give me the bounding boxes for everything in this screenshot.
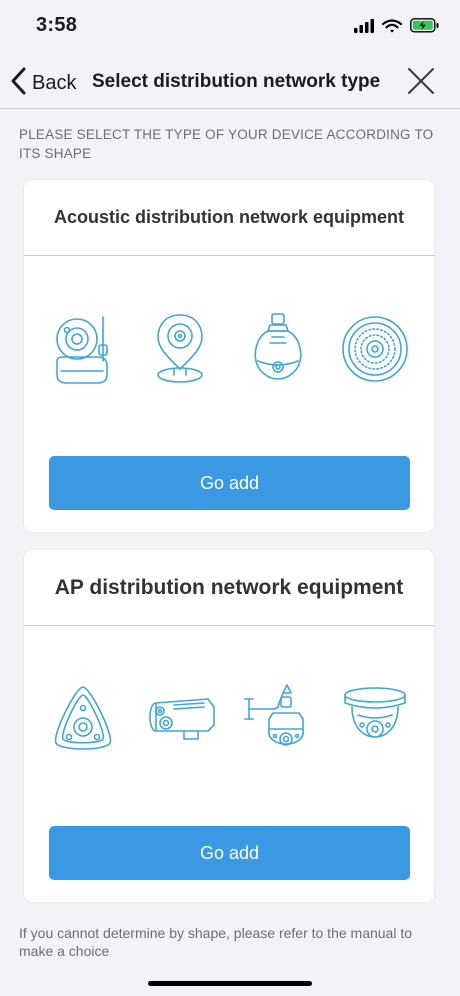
bullet-camera-icon <box>143 678 217 760</box>
cellular-signal-icon <box>354 18 374 38</box>
status-bar: 3:58 <box>0 0 460 56</box>
back-label: Back <box>32 72 77 94</box>
close-button[interactable] <box>406 66 436 96</box>
back-button[interactable]: Back <box>10 66 76 101</box>
battery-charging-icon <box>410 18 440 38</box>
device-icon-row <box>24 308 434 390</box>
status-time: 3:58 <box>36 14 78 36</box>
pin-camera-icon <box>143 308 217 390</box>
instruction-text: PLEASE SELECT THE TYPE OF YOUR DEVICE AC… <box>19 127 434 161</box>
wifi-icon <box>381 18 403 38</box>
close-icon <box>408 68 434 94</box>
dome-camera-icon <box>338 678 412 760</box>
go-add-button[interactable]: Go add <box>49 456 410 510</box>
nav-bar: Back Select distribution network type <box>0 56 460 109</box>
chevron-left-icon <box>10 66 28 101</box>
acoustic-section-card: Acoustic distribution network equipment <box>24 180 434 532</box>
section-title: Acoustic distribution network equipment <box>24 180 434 256</box>
panoramic-camera-icon <box>46 678 120 760</box>
status-icons <box>354 18 440 38</box>
ptz-camera-icon <box>241 678 315 760</box>
home-indicator[interactable] <box>148 981 312 986</box>
footnote-text: If you cannot determine by shape, please… <box>19 925 413 959</box>
robot-camera-icon <box>46 308 120 390</box>
section-title: AP distribution network equipment <box>24 550 434 626</box>
ap-section-card: AP distribution network equipment Go add <box>24 550 434 902</box>
bulb-camera-icon <box>241 308 315 390</box>
round-camera-icon <box>338 308 412 390</box>
device-icon-row <box>24 678 434 760</box>
page-title: Select distribution network type <box>92 71 381 92</box>
go-add-button[interactable]: Go add <box>49 826 410 880</box>
